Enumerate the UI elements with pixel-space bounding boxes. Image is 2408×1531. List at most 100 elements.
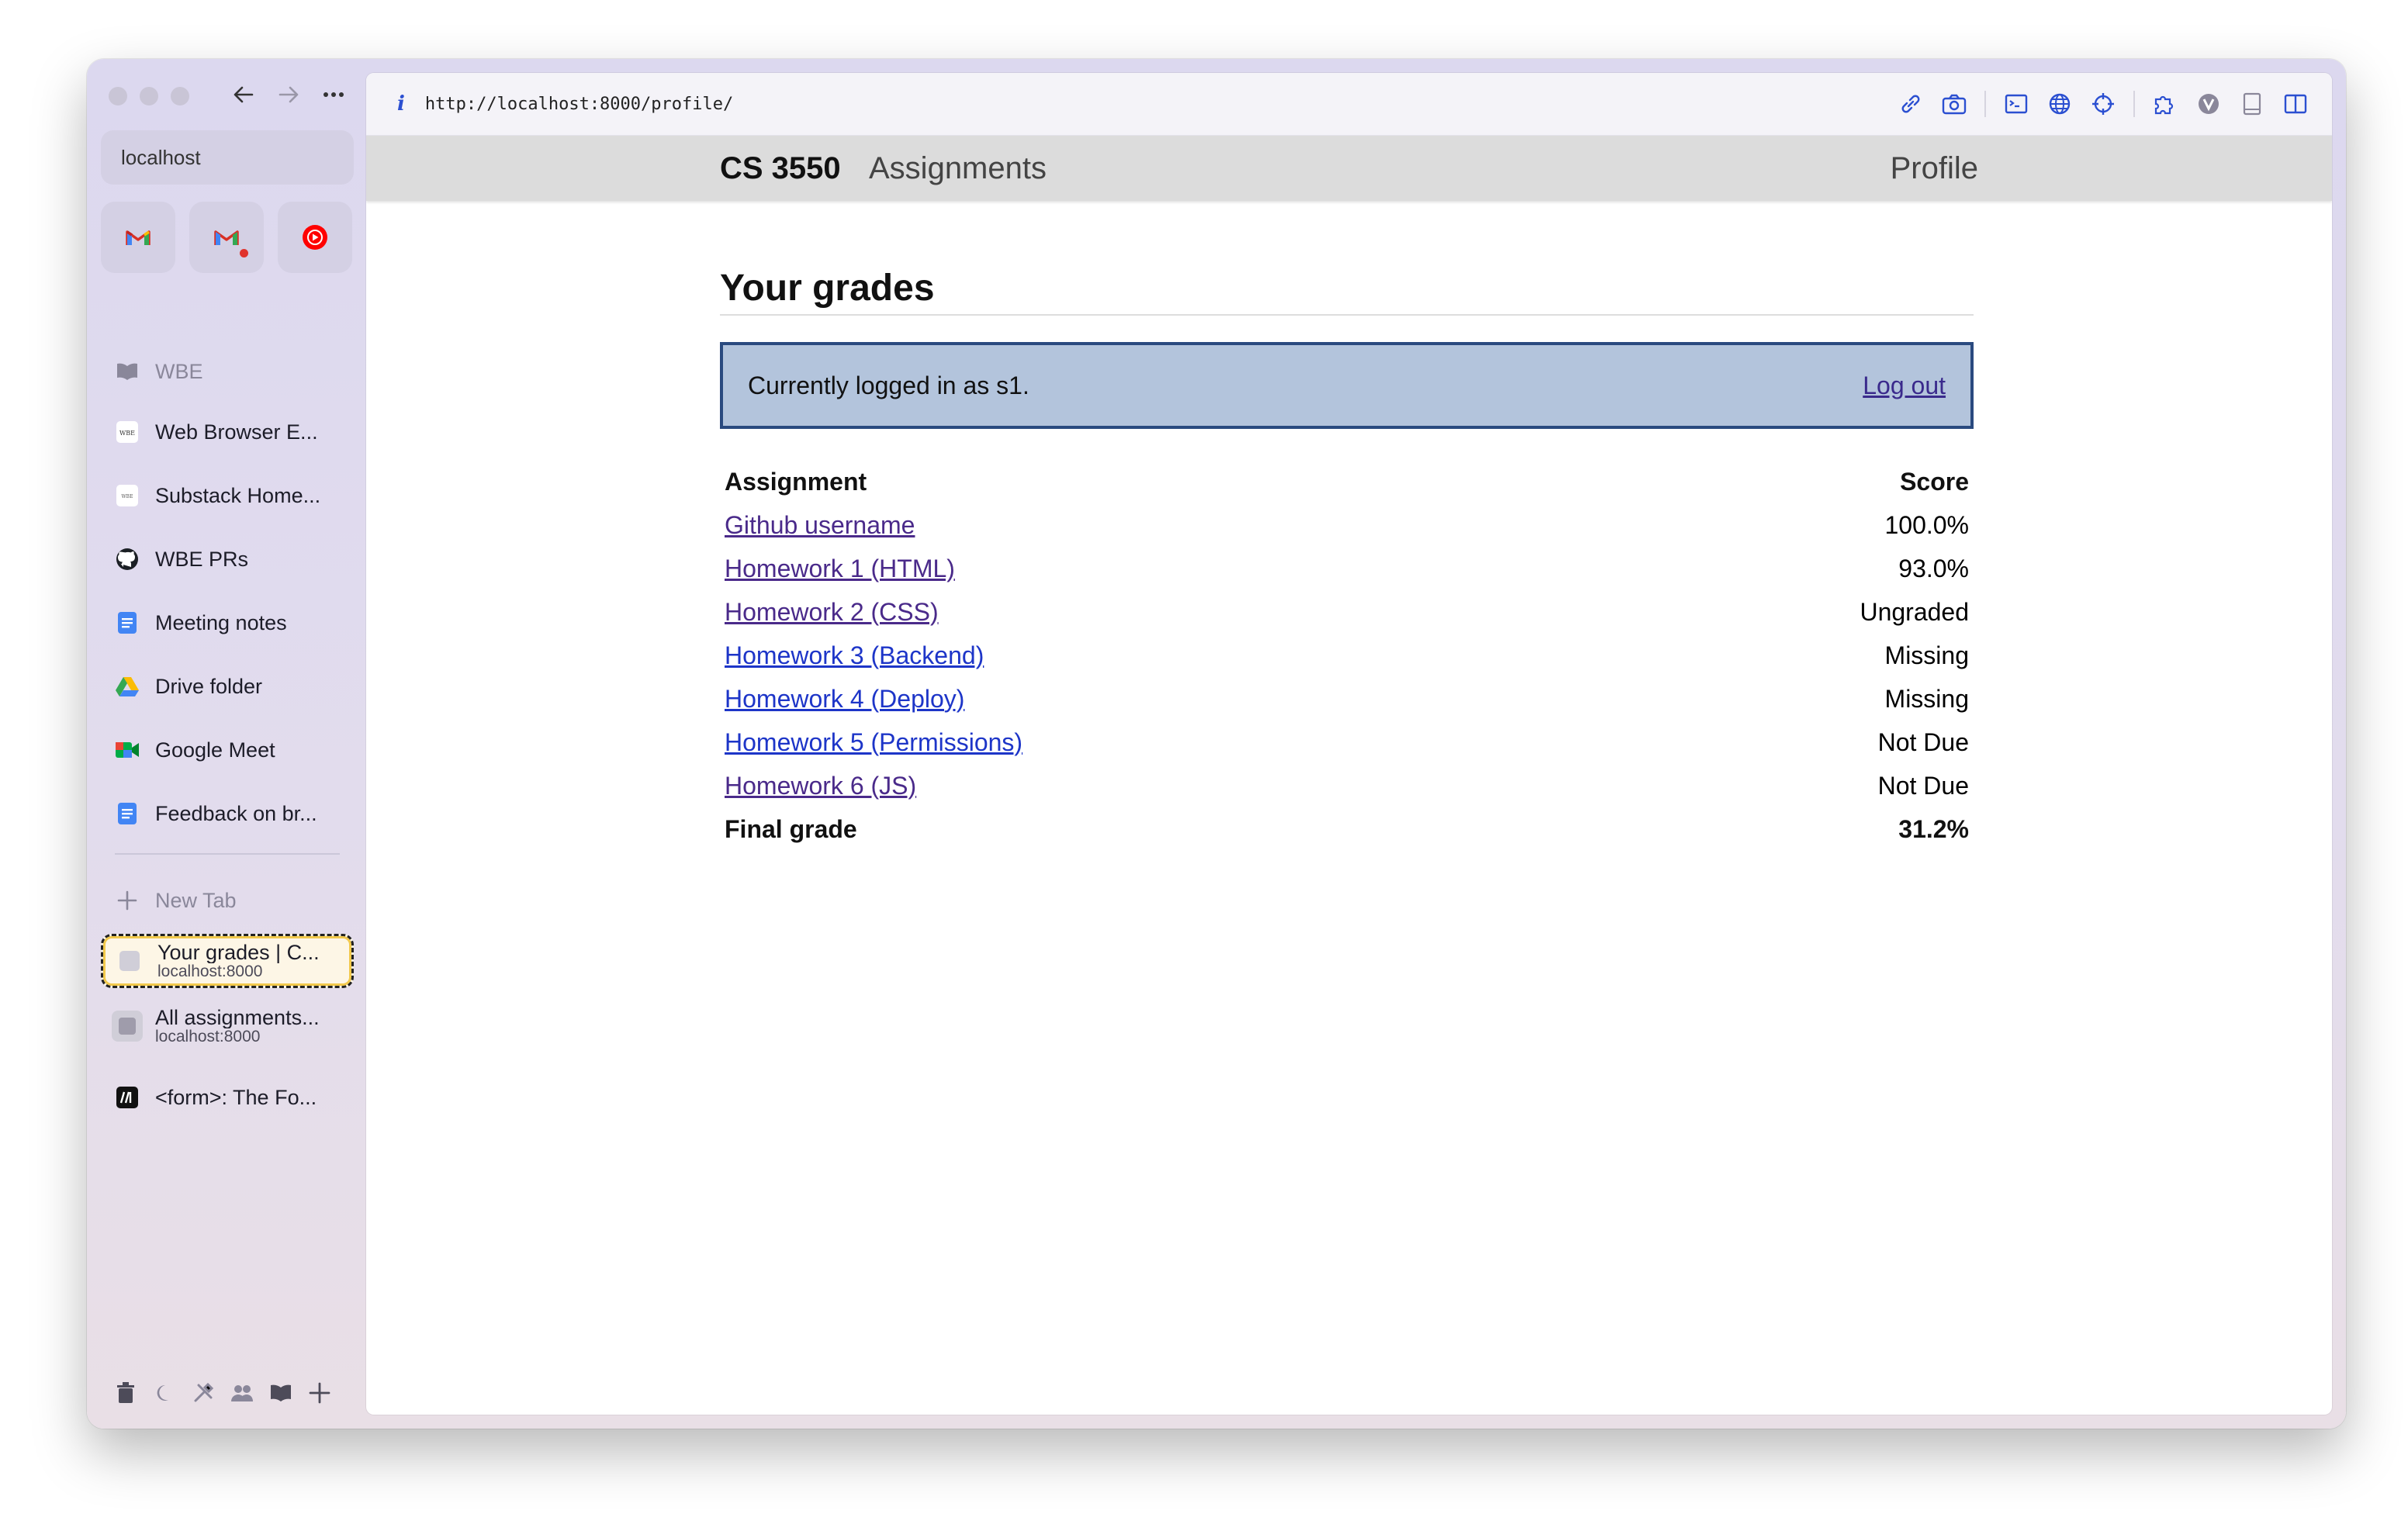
split-view-icon[interactable] <box>2282 91 2309 117</box>
minimize-window-button[interactable] <box>140 87 158 105</box>
table-row: Homework 3 (Backend) Missing <box>720 634 1974 677</box>
trash-icon[interactable] <box>113 1381 138 1405</box>
table-row: Homework 1 (HTML) 93.0% <box>720 547 1974 590</box>
pinned-tab-youtube-music[interactable] <box>278 202 352 273</box>
open-tab-form-mdn[interactable]: <form>: The Fo... <box>101 1072 354 1123</box>
more-button[interactable] <box>320 78 348 112</box>
page-placeholder-icon <box>112 1011 143 1042</box>
open-tab-your-grades[interactable]: Your grades | C... localhost:8000 <box>101 934 354 988</box>
github-icon <box>115 547 140 572</box>
score-cell: Ungraded <box>1860 597 1969 626</box>
sidebar-tab-label: Drive folder <box>155 674 263 698</box>
camera-icon[interactable] <box>1941 91 1967 117</box>
site-header: CS 3550 Assignments Profile <box>366 136 2332 201</box>
browser-toolbar <box>1898 73 2309 135</box>
column-header-score: Score <box>1900 467 1969 496</box>
extensions-icon[interactable] <box>2152 91 2178 117</box>
close-window-button[interactable] <box>109 87 127 105</box>
page-title: Your grades <box>720 267 1974 316</box>
zoom-window-button[interactable] <box>171 87 189 105</box>
document-icon[interactable] <box>2239 91 2265 117</box>
meet-icon <box>115 738 140 762</box>
open-tab-all-assignments[interactable]: All assignments... localhost:8000 <box>101 999 354 1053</box>
assignment-link[interactable]: Homework 2 (CSS) <box>725 598 939 626</box>
column-header-assignment: Assignment <box>725 467 867 496</box>
globe-icon[interactable] <box>2046 91 2073 117</box>
sidebar-tab-label: Meeting notes <box>155 610 287 634</box>
sidebar-tab-0[interactable]: WBE Web Browser E... <box>101 406 354 458</box>
assignment-link[interactable]: Homework 6 (JS) <box>725 772 916 800</box>
score-cell: 93.0% <box>1898 554 1969 582</box>
assignment-link[interactable]: Homework 1 (HTML) <box>725 555 955 582</box>
moon-icon[interactable] <box>152 1381 177 1405</box>
table-row: Homework 4 (Deploy) Missing <box>720 677 1974 721</box>
plus-icon <box>115 888 140 913</box>
book-icon[interactable] <box>268 1381 293 1405</box>
web-content: i http://localhost:8000/profile/ CS 3550… <box>366 73 2332 1415</box>
sidebar-tab-5[interactable]: Google Meet <box>101 724 354 776</box>
drive-icon <box>115 674 140 699</box>
address-bar: i http://localhost:8000/profile/ <box>366 73 2332 136</box>
wbe-icon: WBE <box>115 483 140 508</box>
nav-buttons <box>230 78 348 112</box>
sidebar-tab-6[interactable]: Feedback on br... <box>101 788 354 839</box>
nav-profile-link[interactable]: Profile <box>1891 151 1978 186</box>
score-cell: Not Due <box>1877 727 1969 756</box>
login-status-box: Currently logged in as s1. Log out <box>720 342 1974 429</box>
open-tab-title: <form>: The Fo... <box>155 1085 317 1109</box>
sidebar-tab-label: Feedback on br... <box>155 801 317 825</box>
open-tab-text: Your grades | C... localhost:8000 <box>157 942 320 980</box>
docs-icon <box>115 801 140 826</box>
folder-label: WBE <box>155 359 203 383</box>
toolbar-separator <box>2133 91 2135 117</box>
table-row: Github username 100.0% <box>720 503 1974 547</box>
login-status-text: Currently logged in as s1. <box>748 371 1029 399</box>
svg-text:WBE: WBE <box>122 494 133 499</box>
crosshair-icon[interactable] <box>2090 91 2116 117</box>
new-tab-button[interactable]: New Tab <box>101 875 354 926</box>
address-url[interactable]: http://localhost:8000/profile/ <box>425 95 733 114</box>
table-header-row: Assignment Score <box>720 460 1974 503</box>
assignment-link[interactable]: Github username <box>725 511 915 539</box>
table-row: Homework 6 (JS) Not Due <box>720 764 1974 807</box>
sidebar-bottom-toolbar <box>113 1381 332 1405</box>
folder-wbe[interactable]: WBE <box>101 346 354 397</box>
final-grade-label: Final grade <box>725 814 857 843</box>
mdn-icon <box>115 1085 140 1110</box>
sidebar-tab-4[interactable]: Drive folder <box>101 661 354 712</box>
final-grade-row: Final grade 31.2% <box>720 807 1974 851</box>
sidebar-tab-label: Web Browser E... <box>155 420 318 444</box>
sidebar-tab-2[interactable]: WBE PRs <box>101 534 354 585</box>
toolbar-separator <box>1984 91 1986 117</box>
link-icon[interactable] <box>1898 91 1924 117</box>
pinned-tab-gmail[interactable] <box>101 202 175 273</box>
nav-assignments-link[interactable]: Assignments <box>869 151 1047 186</box>
grades-table: Assignment Score Github username 100.0% … <box>720 460 1974 851</box>
open-tab-subtitle: localhost:8000 <box>155 1028 261 1046</box>
site-info-icon[interactable]: i <box>397 92 405 116</box>
assignment-link[interactable]: Homework 4 (Deploy) <box>725 685 964 713</box>
score-cell: Missing <box>1884 641 1969 669</box>
people-icon[interactable] <box>230 1381 254 1405</box>
add-icon[interactable] <box>307 1381 332 1405</box>
site-brand[interactable]: CS 3550 <box>720 151 841 186</box>
forward-button[interactable] <box>275 78 303 112</box>
wbe-icon: WBE <box>115 420 140 444</box>
assignment-link[interactable]: Homework 5 (Permissions) <box>725 728 1022 756</box>
sidebar-tab-3[interactable]: Meeting notes <box>101 597 354 648</box>
pinned-tab-gmail-2[interactable] <box>189 202 264 273</box>
logout-link[interactable]: Log out <box>1863 372 1946 400</box>
page-placeholder-icon <box>117 949 142 973</box>
assignment-link[interactable]: Homework 3 (Backend) <box>725 641 984 669</box>
back-button[interactable] <box>230 78 258 112</box>
score-cell: Missing <box>1884 684 1969 713</box>
score-cell: Not Due <box>1877 771 1969 800</box>
vivaldi-icon[interactable] <box>2195 91 2222 117</box>
sidebar-tab-1[interactable]: WBE Substack Home... <box>101 470 354 521</box>
terminal-icon[interactable] <box>2003 91 2029 117</box>
sidebar-url-field[interactable]: localhost <box>101 130 354 185</box>
open-tab-title: All assignments... <box>155 1006 320 1029</box>
tools-icon[interactable] <box>191 1381 216 1405</box>
sidebar-tab-label: Substack Home... <box>155 483 321 507</box>
gmail-icon <box>214 230 239 245</box>
